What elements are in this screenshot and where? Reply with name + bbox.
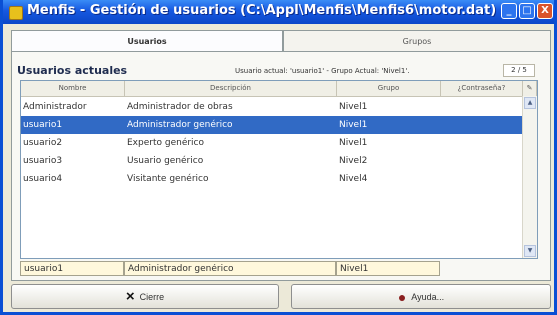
- help-icon: ●: [397, 288, 407, 305]
- scroll-up-icon[interactable]: ▲: [524, 97, 536, 109]
- window-title: Menfis - Gestión de usuarios (C:\Appl\Me…: [27, 3, 497, 18]
- close-window-button[interactable]: X: [537, 3, 553, 19]
- cell-name: usuario1: [23, 120, 63, 130]
- cell-description: Experto genérico: [127, 138, 205, 148]
- cell-group: Nivel1: [339, 138, 368, 148]
- table-row[interactable]: usuario4 Visitante genérico Nivel4: [21, 170, 523, 188]
- user-editor: [20, 261, 440, 276]
- vertical-scrollbar[interactable]: ▲ ▼: [522, 96, 537, 258]
- help-button[interactable]: ● Ayuda...: [291, 284, 551, 309]
- column-header-group[interactable]: Grupo: [337, 81, 441, 96]
- column-header-description[interactable]: Descripción: [125, 81, 337, 96]
- cell-name: usuario4: [23, 174, 63, 184]
- cell-group: Nivel1: [339, 102, 368, 112]
- close-icon: ×: [125, 288, 135, 305]
- app-icon: [9, 6, 23, 20]
- table-row[interactable]: usuario3 Usuario genérico Nivel2: [21, 152, 523, 170]
- column-header-password[interactable]: ¿Contraseña?: [441, 81, 523, 96]
- close-button[interactable]: × Cierre: [11, 284, 279, 309]
- button-bar: × Cierre ● Ayuda...: [11, 284, 551, 309]
- table-header: Nombre Descripción Grupo ¿Contraseña? ✎: [21, 81, 537, 97]
- cell-name: Administrador: [23, 102, 87, 112]
- users-table: Nombre Descripción Grupo ¿Contraseña? ✎ …: [20, 80, 538, 259]
- cell-description: Administrador genérico: [127, 120, 233, 130]
- user-management-window: Menfis - Gestión de usuarios (C:\Appl\Me…: [0, 0, 557, 315]
- cell-group: Nivel4: [339, 174, 368, 184]
- cell-name: usuario3: [23, 156, 63, 166]
- scroll-down-icon[interactable]: ▼: [524, 245, 536, 257]
- page-counter: 2 / 5: [503, 64, 535, 77]
- cell-description: Visitante genérico: [127, 174, 209, 184]
- column-header-name[interactable]: Nombre: [21, 81, 125, 96]
- cell-description: Administrador de obras: [127, 102, 233, 112]
- cell-description: Usuario genérico: [127, 156, 204, 166]
- edit-description-field[interactable]: [124, 261, 336, 276]
- table-row[interactable]: Administrador Administrador de obras Niv…: [21, 98, 523, 116]
- cell-group: Nivel2: [339, 156, 368, 166]
- cell-name: usuario2: [23, 138, 63, 148]
- section-title: Usuarios actuales: [17, 64, 128, 77]
- cell-group: Nivel1: [339, 120, 368, 130]
- edit-name-field[interactable]: [20, 261, 124, 276]
- tab-strip: Usuarios Grupos: [11, 30, 551, 52]
- column-chooser-icon[interactable]: ✎: [523, 81, 537, 96]
- close-button-label: Cierre: [139, 291, 165, 302]
- tab-grupos[interactable]: Grupos: [283, 30, 551, 52]
- table-row-selected[interactable]: usuario1 Administrador genérico Nivel1: [21, 116, 523, 134]
- help-button-label: Ayuda...: [411, 291, 445, 302]
- minimize-button[interactable]: _: [501, 3, 517, 19]
- table-row[interactable]: usuario2 Experto genérico Nivel1: [21, 134, 523, 152]
- maximize-button[interactable]: □: [519, 3, 535, 19]
- edit-group-field[interactable]: [336, 261, 440, 276]
- tab-usuarios[interactable]: Usuarios: [11, 30, 283, 52]
- title-bar[interactable]: Menfis - Gestión de usuarios (C:\Appl\Me…: [3, 0, 554, 24]
- current-user-status: Usuario actual: 'usuario1' - Grupo Actua…: [235, 67, 410, 75]
